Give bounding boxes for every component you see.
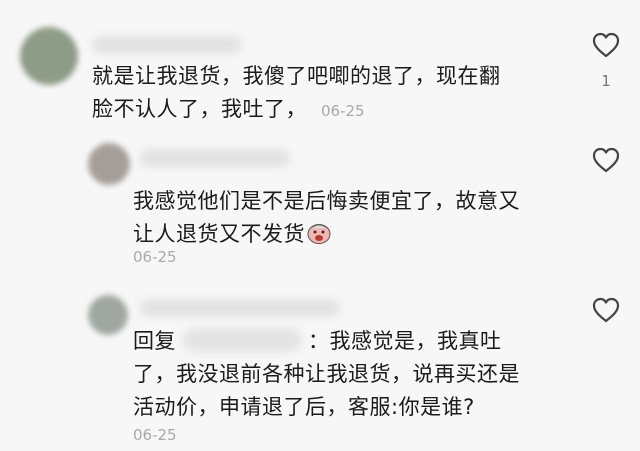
comment-text: 我感觉他们是不是后悔卖便宜了，故意又 让人退货又不发货 (133, 185, 520, 251)
comment-time: 06-25 (133, 426, 177, 444)
heart-outline-icon (592, 297, 620, 323)
comment-text: 回复 ：我感觉是，我真吐 了，我没退前各种让我退货，说再买还是 活动价，申请退了后… (133, 325, 520, 424)
reply-item: 我感觉他们是不是后悔卖便宜了，故意又 让人退货又不发货 06-25 (0, 135, 640, 275)
comment-time: 06-25 (321, 102, 365, 120)
heart-outline-icon (592, 32, 620, 58)
reply-label: 回复 (133, 329, 176, 353)
comment-item: 就是让我退货，我傻了吧唧的退了，现在翻 脸不认人了，我吐了， 06-25 1 (0, 0, 640, 135)
comment-line: 就是让我退货，我傻了吧唧的退了，现在翻 (92, 64, 501, 88)
like-button[interactable]: 1 (592, 32, 620, 90)
comment-line: 了，我没退前各种让我退货，说再买还是 (133, 362, 520, 386)
reply-target-name[interactable] (182, 328, 302, 352)
like-button[interactable] (592, 147, 620, 173)
comment-line: 我感觉他们是不是后悔卖便宜了，故意又 (133, 189, 520, 213)
like-count: 1 (601, 72, 611, 90)
username[interactable] (140, 149, 290, 167)
comment-time: 06-25 (133, 248, 177, 266)
comment-line: 回复 ：我感觉是，我真吐 (133, 328, 502, 353)
username[interactable] (92, 36, 242, 54)
crying-sticker-icon (307, 221, 331, 244)
comment-text: 就是让我退货，我傻了吧唧的退了，现在翻 脸不认人了，我吐了， 06-25 (92, 60, 501, 128)
avatar[interactable] (88, 295, 128, 335)
avatar[interactable] (88, 143, 130, 185)
like-button[interactable] (592, 297, 620, 323)
comment-line: 脸不认人了，我吐了， 06-25 (92, 97, 365, 121)
heart-outline-icon (592, 147, 620, 173)
username[interactable] (140, 299, 340, 317)
reply-item: 回复 ：我感觉是，我真吐 了，我没退前各种让我退货，说再买还是 活动价，申请退了后… (0, 285, 640, 451)
avatar[interactable] (20, 27, 78, 85)
comment-line: 活动价，申请退了后，客服:你是谁? (133, 395, 475, 419)
comment-line: 让人退货又不发货 (133, 218, 520, 251)
